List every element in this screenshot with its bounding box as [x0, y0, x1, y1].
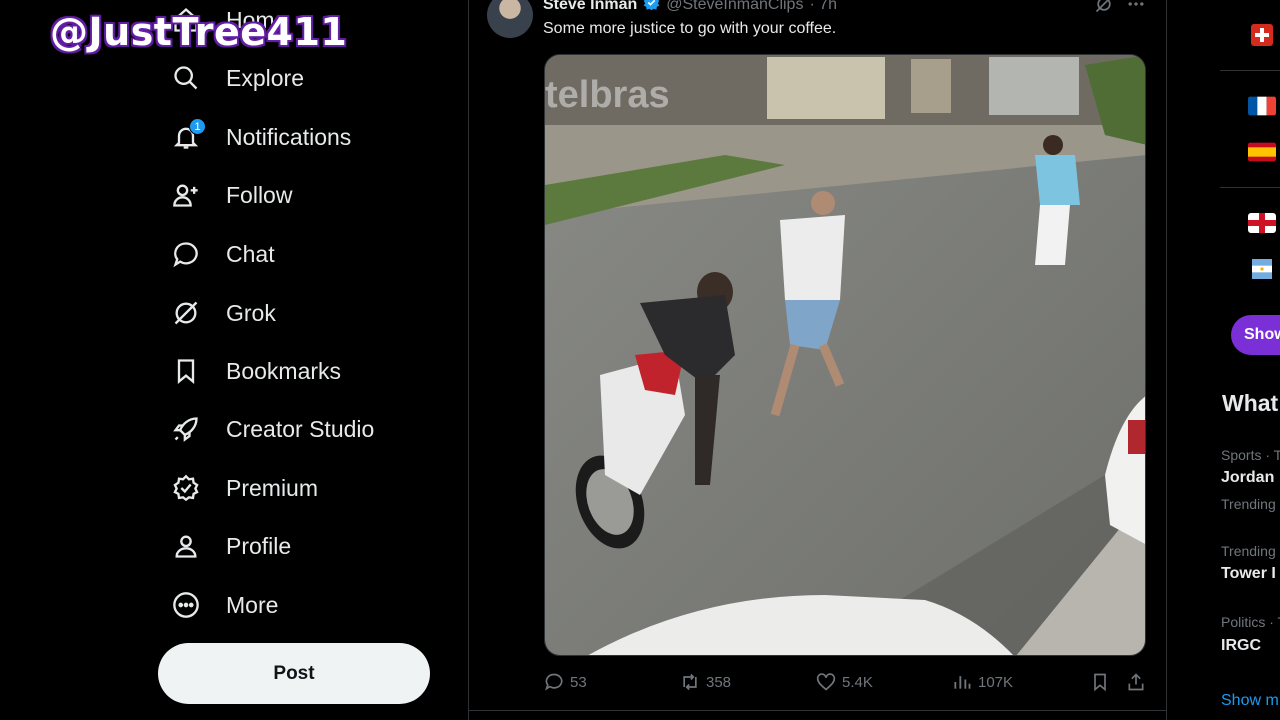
like-button[interactable]: 5.4K [816, 672, 873, 692]
whats-happening-heading: What [1222, 390, 1279, 416]
nav-label-explore: Explore [226, 64, 304, 91]
show-button[interactable]: Show [1231, 315, 1280, 355]
nav-item-notifications[interactable]: 1 Notifications [170, 117, 351, 157]
nav-item-bookmarks[interactable]: Bookmarks [170, 351, 341, 391]
nav-item-more[interactable]: More [170, 585, 278, 625]
nav-item-follow[interactable]: Follow [170, 175, 292, 215]
nav-item-creator-studio[interactable]: Creator Studio [170, 409, 374, 449]
nav-label-creator-studio: Creator Studio [226, 415, 375, 442]
nav-label-profile: Profile [226, 532, 292, 559]
views-count: 107K [978, 673, 1014, 691]
flag-spain-icon [1248, 142, 1276, 162]
trend-1-title[interactable]: Jordan [1221, 469, 1274, 487]
rocket-icon [170, 413, 202, 445]
trend-2-meta: Trending [1221, 543, 1276, 559]
left-sidebar-nav: Home Explore 1 Notifications Follow Chat… [150, 0, 450, 720]
nav-label-notifications: Notifications [226, 123, 352, 150]
tweet-author-row: Steve Inman @SteveInmanClips · 7h [543, 0, 837, 16]
right-divider-2 [1220, 187, 1280, 188]
notification-badge: 1 [189, 118, 206, 135]
reply-icon [544, 673, 563, 691]
views-icon [954, 676, 971, 689]
bookmark-icon [1094, 673, 1106, 692]
post-button[interactable]: Post [158, 643, 430, 704]
author-handle[interactable]: @SteveInmanClips [666, 0, 803, 14]
column-divider-right [1166, 0, 1167, 720]
nav-label-grok: Grok [226, 299, 276, 326]
search-icon [170, 62, 202, 94]
tweet-actions: 53 358 5.4K 107K [544, 672, 1146, 696]
chat-icon [170, 238, 202, 270]
trend-1-meta: Sports · T [1221, 447, 1280, 463]
nav-label-follow: Follow [226, 181, 293, 208]
views-button[interactable]: 107K [952, 672, 1013, 692]
nav-item-explore[interactable]: Explore [170, 58, 304, 98]
heart-icon [816, 673, 836, 691]
nav-item-premium[interactable]: Premium [170, 468, 318, 508]
bookmark-icon [170, 355, 202, 387]
right-divider-1 [1220, 70, 1280, 71]
trend-1-sub: Trending [1221, 496, 1276, 512]
bell-icon: 1 [170, 118, 206, 153]
nav-item-profile[interactable]: Profile [170, 526, 291, 566]
trend-2-title[interactable]: Tower I [1221, 565, 1276, 583]
like-count: 5.4K [842, 673, 873, 691]
reply-count: 53 [570, 673, 587, 691]
bookmark-tweet-button[interactable] [1090, 672, 1110, 692]
premium-icon [170, 472, 202, 504]
flag-argentina-icon [1248, 259, 1276, 279]
reply-button[interactable]: 53 [544, 672, 587, 692]
tweet-divider [468, 710, 1166, 711]
tweet-more-icon[interactable] [1126, 0, 1146, 19]
repost-count: 358 [706, 673, 732, 691]
nav-label-chat: Chat [226, 240, 275, 267]
nav-label-more: More [226, 591, 279, 618]
verified-badge-icon [643, 0, 660, 16]
video-frame: telbras [545, 55, 1145, 655]
author-name[interactable]: Steve Inman [543, 0, 637, 14]
video-watermark: telbras [545, 74, 670, 116]
grok-explain-icon[interactable] [1094, 0, 1114, 19]
flag-england-icon [1248, 213, 1276, 233]
nav-item-chat[interactable]: Chat [170, 234, 275, 274]
nav-label-bookmarks: Bookmarks [226, 357, 342, 384]
share-icon [1128, 673, 1144, 691]
share-button[interactable] [1126, 672, 1146, 692]
author-avatar[interactable] [487, 0, 533, 38]
flag-france-icon [1248, 96, 1276, 116]
repost-icon [683, 673, 697, 691]
column-divider-left [468, 0, 469, 720]
nav-item-grok[interactable]: Grok [170, 293, 276, 333]
show-more-link[interactable]: Show m [1221, 692, 1279, 710]
more-circle-icon [170, 589, 202, 621]
flag-switzerland-icon [1251, 24, 1273, 46]
follow-icon [170, 179, 202, 211]
trend-3-title[interactable]: IRGC [1221, 637, 1261, 655]
tweet-video[interactable]: telbras [544, 54, 1146, 656]
trend-3-meta: Politics · T [1221, 614, 1280, 630]
grok-icon [170, 297, 202, 329]
tweet-time[interactable]: · 7h [809, 0, 837, 14]
nav-label-premium: Premium [226, 474, 319, 501]
tweet-text: Some more justice to go with your coffee… [543, 20, 837, 37]
channel-watermark: @JustTree411 [50, 10, 348, 54]
repost-button[interactable]: 358 [680, 672, 731, 692]
profile-icon [170, 530, 202, 562]
